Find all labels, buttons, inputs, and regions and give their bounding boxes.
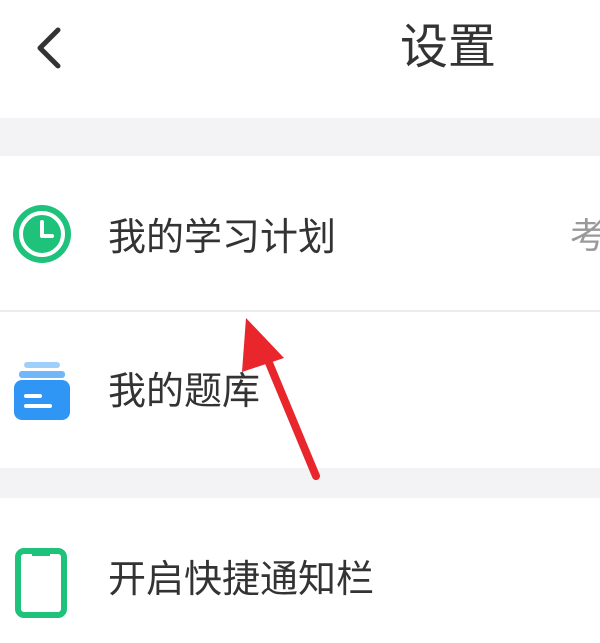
- chevron-left-icon: [37, 27, 61, 69]
- settings-screen: 设置 我的学习计划 考 我的题库 开启快捷通知栏: [0, 0, 600, 643]
- header-bar: 设置: [0, 0, 600, 118]
- settings-item-label: 开启快捷通知栏: [108, 557, 375, 601]
- back-button[interactable]: [22, 14, 82, 84]
- settings-item-study-plan[interactable]: 我的学习计划 考: [0, 156, 600, 310]
- question-bank-icon: [14, 362, 70, 420]
- settings-item-label: 我的题库: [108, 369, 261, 413]
- settings-item-question-bank[interactable]: 我的题库: [0, 312, 600, 468]
- settings-item-value: 考: [570, 216, 600, 257]
- section-gap: [0, 468, 600, 498]
- section-gap: [0, 118, 600, 156]
- settings-item-quick-notification[interactable]: 开启快捷通知栏: [0, 498, 600, 643]
- phone-icon: [15, 548, 67, 618]
- settings-item-label: 我的学习计划: [108, 215, 337, 259]
- clock-icon: [13, 205, 71, 263]
- page-title: 设置: [400, 19, 497, 75]
